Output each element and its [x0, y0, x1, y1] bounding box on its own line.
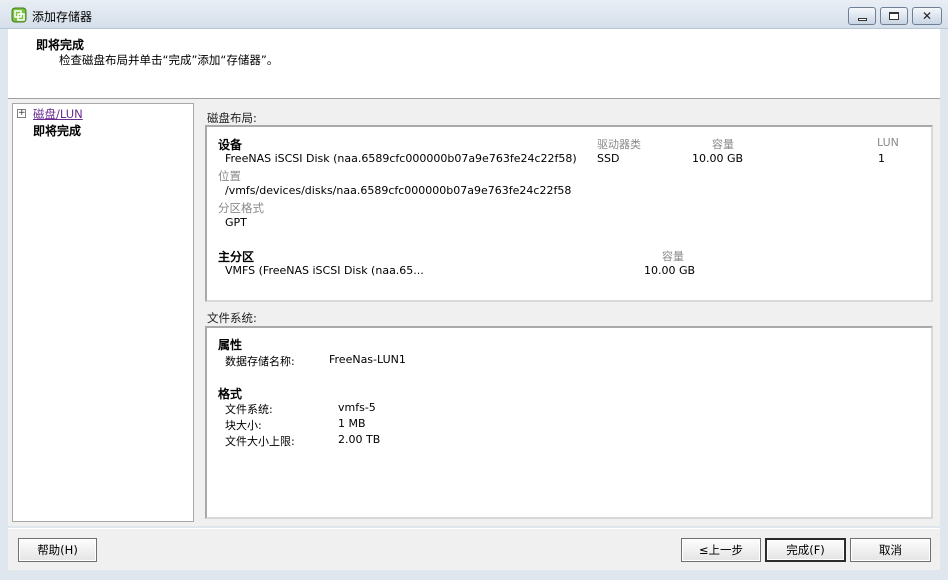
- primary-partition-header: 主分区: [218, 250, 255, 264]
- wizard-footer: 帮助(H) ≤上一步 完成(F) 取消: [8, 528, 940, 570]
- title-bar: 添加存储器 ✕: [0, 0, 948, 29]
- location-label: 位置: [218, 169, 241, 183]
- capacity-value: 10.00 GB: [692, 152, 744, 165]
- partition-format-label: 分区格式: [218, 201, 264, 215]
- fs-label: 文件系统:: [225, 403, 273, 416]
- disk-layout-panel: 设备 驱动器类 容量 LUN FreeNAS iSCSI Disk (naa.6…: [205, 125, 933, 302]
- wizard-content: + 磁盘/LUN 即将完成 磁盘布局: 设备 驱动器类 容量 LUN FreeN…: [8, 99, 940, 526]
- driver-type-value: SSD: [597, 152, 620, 165]
- file-system-label: 文件系统:: [207, 311, 257, 325]
- maximize-icon: [889, 12, 899, 20]
- datastore-name-value: FreeNas-LUN1: [329, 353, 406, 366]
- minimize-icon: [857, 17, 867, 21]
- lun-value: 1: [878, 152, 885, 165]
- wizard-nav: + 磁盘/LUN 即将完成: [12, 103, 194, 522]
- capacity-header: 容量: [712, 138, 734, 151]
- location-value: /vmfs/devices/disks/naa.6589cfc000000b07…: [225, 184, 572, 197]
- partition-capacity-header: 容量: [662, 250, 684, 263]
- partition-name: VMFS (FreeNAS iSCSI Disk (naa.65...: [225, 264, 424, 277]
- file-system-panel: 属性 数据存储名称: FreeNas-LUN1 格式 文件系统: vmfs-5 …: [205, 326, 933, 519]
- fs-value: vmfs-5: [338, 401, 376, 414]
- minimize-button[interactable]: [848, 7, 876, 25]
- nav-item-ready-to-complete: 即将完成: [33, 124, 82, 138]
- expand-icon[interactable]: +: [17, 109, 26, 118]
- max-file-size-value: 2.00 TB: [338, 433, 381, 446]
- page-subtitle: 检查磁盘布局并单击“完成”添加“存储器”。: [59, 53, 279, 67]
- device-header: 设备: [218, 138, 243, 152]
- datastore-name-label: 数据存储名称:: [225, 355, 295, 368]
- max-file-size-label: 文件大小上限:: [225, 435, 295, 448]
- window-title: 添加存储器: [32, 10, 93, 24]
- close-icon: ✕: [921, 9, 933, 23]
- vsphere-app-icon: [11, 7, 27, 23]
- block-size-value: 1 MB: [338, 417, 366, 430]
- back-button[interactable]: ≤上一步: [681, 538, 761, 562]
- maximize-button[interactable]: [880, 7, 908, 25]
- cancel-button[interactable]: 取消: [850, 538, 931, 562]
- format-header: 格式: [218, 387, 243, 401]
- wizard-header: 即将完成 检查磁盘布局并单击“完成”添加“存储器”。: [8, 29, 940, 99]
- nav-item-disk-lun[interactable]: 磁盘/LUN: [33, 106, 83, 122]
- driver-type-header: 驱动器类: [597, 138, 641, 151]
- device-name: FreeNAS iSCSI Disk (naa.6589cfc000000b07…: [225, 152, 577, 165]
- disk-layout-label: 磁盘布局:: [207, 111, 257, 125]
- lun-header: LUN: [877, 136, 899, 149]
- finish-button[interactable]: 完成(F): [765, 538, 846, 562]
- partition-capacity-value: 10.00 GB: [644, 264, 696, 277]
- close-button[interactable]: ✕: [912, 7, 942, 25]
- help-button[interactable]: 帮助(H): [18, 538, 97, 562]
- properties-header: 属性: [218, 338, 243, 352]
- block-size-label: 块大小:: [225, 419, 262, 432]
- page-title: 即将完成: [36, 38, 85, 52]
- partition-format-value: GPT: [225, 216, 247, 229]
